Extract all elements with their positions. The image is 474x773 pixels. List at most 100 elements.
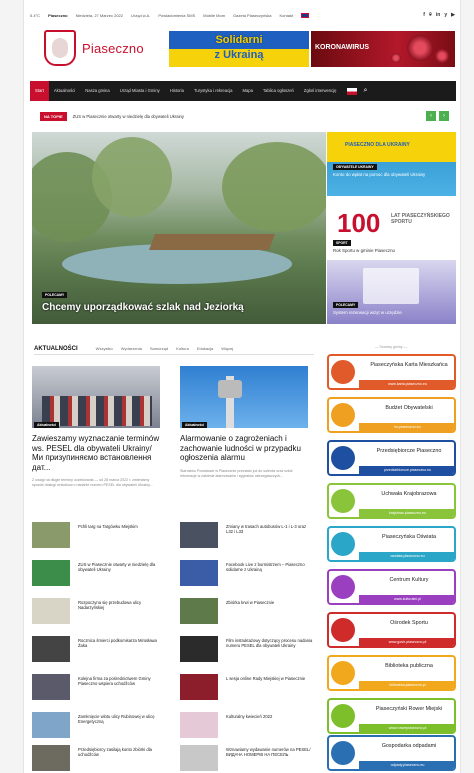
linkedin-icon[interactable]: in: [436, 12, 440, 18]
browser-page: 5.4°C Piaseczno Niedziela, 27 Marzec 202…: [0, 0, 474, 773]
service-box-landscape[interactable]: Uchwała Krajobrazowa krajobraz.piaseczno.…: [327, 483, 456, 519]
news-list-item[interactable]: Kolejna firma za pośrednictwem Gminy Pia…: [32, 674, 168, 702]
tree-shape: [222, 142, 326, 232]
instagram-icon[interactable]: ⌾: [429, 12, 432, 18]
hero-article[interactable]: POLECAMY Chcemy uporządkować szlak nad J…: [32, 132, 326, 324]
news-list-item[interactable]: ZUS w Piasecznie otwarty w niedzielę dla…: [32, 560, 168, 588]
ticker-next-icon[interactable]: ›: [439, 111, 449, 121]
coronavirus-label: KORONAWIRUS: [315, 44, 370, 51]
nav-item-urzad[interactable]: Urząd Miasta i Gminy: [115, 81, 165, 101]
news-list-title[interactable]: Pchli targ na Targówku Miejskim: [78, 524, 166, 550]
news-list-title[interactable]: Film instruktażowy dotyczący procesu nad…: [226, 638, 314, 664]
service-box-budget[interactable]: Budżet Obywatelski bo.piaseczno.eu: [327, 397, 456, 433]
nav-item-history[interactable]: Historia: [165, 81, 189, 101]
news-list-item[interactable]: Rozpoczyna się przebudowa ulicy Nadarzyń…: [32, 598, 168, 626]
news-list-item[interactable]: L sesja online Rady Miejskiej w Piaseczn…: [180, 674, 316, 702]
current-date: Niedziela, 27 Marzec 2022: [75, 12, 123, 18]
news-list-item[interactable]: Pchli targ na Targówku Miejskim: [32, 522, 168, 550]
landscape-icon: [331, 489, 355, 513]
news-card-title[interactable]: Zawieszamy wyznaczanie terminów ws. PESE…: [32, 434, 160, 472]
tile-booking[interactable]: POLECAMY System rezerwacji wizyt w urzęd…: [327, 260, 456, 324]
pond-shape: [62, 244, 292, 284]
news-list-title[interactable]: ZUS w Piasecznie otwarty w niedzielę dla…: [78, 562, 166, 588]
weather-temp: 5.4°C: [30, 12, 41, 18]
news-list-title[interactable]: Zamknięcie wlotu ulicy Rubinowej w ulicę…: [78, 714, 166, 740]
news-list-title[interactable]: Kolejna firma za pośrednictwem Gminy Pia…: [78, 676, 166, 702]
top-link-0[interactable]: Urząd w.A.: [131, 13, 150, 18]
nav-item-tourism[interactable]: Turystyka i rekreacja: [189, 81, 237, 101]
news-card-badge: Aktualności: [34, 422, 60, 428]
language-flag-icon[interactable]: [347, 87, 358, 95]
news-card[interactable]: Aktualności Zawieszamy wyznaczanie termi…: [32, 366, 160, 488]
site-brand[interactable]: Piaseczno: [82, 41, 144, 56]
ticker-headline[interactable]: ZUS w Piasecznie otwarty w niedzielę dla…: [73, 114, 184, 119]
news-tab-education[interactable]: Edukacja: [197, 346, 213, 351]
news-list-item[interactable]: Kulturalny kwiecień 2022: [180, 712, 316, 740]
top-link-3[interactable]: Gazeta Piaseczyńska: [233, 13, 271, 18]
news-list-title[interactable]: Zbiórka krwi w Piasecznie: [226, 600, 314, 626]
news-list-item[interactable]: Facebook Live z burmistrzem – Piaseczno …: [180, 560, 316, 588]
news-tab-all[interactable]: Wszystko: [96, 346, 113, 351]
news-list-title[interactable]: Przedsiębiorcy zasilają konto zbiórki dl…: [78, 747, 166, 773]
news-card-image: Aktualności: [180, 366, 308, 428]
news-card-title[interactable]: Alarmowanie o zagrożeniach i zachowanie …: [180, 434, 308, 463]
news-list-title[interactable]: Wznawiamy wydawanie numerów na PESEL/ВИД…: [226, 747, 314, 773]
news-card-excerpt: Starostwo Powiatowe w Piasecznie przesła…: [180, 468, 293, 478]
news-tab-events[interactable]: Wydarzenia: [121, 346, 142, 351]
news-list-title[interactable]: Zmiany w trasach autobusów L-1 i L-3 ora…: [226, 524, 314, 550]
facebook-icon[interactable]: f: [423, 12, 425, 18]
solidarity-ukraine-banner[interactable]: Solidarni z Ukrainą: [169, 31, 309, 67]
news-tab-more[interactable]: Więcej: [221, 346, 233, 351]
top-link-2[interactable]: Mobile Mom: [203, 13, 225, 18]
news-tab-culture[interactable]: Kultura: [176, 346, 189, 351]
news-list-item[interactable]: Film instruktażowy dotyczący procesu nad…: [180, 636, 316, 664]
news-tab-council[interactable]: Samorząd: [150, 346, 168, 351]
tile-ukraine-help[interactable]: PIASECZNO DLA UKRAINY OBYWATELE UKRAINY …: [327, 132, 456, 196]
news-list-item[interactable]: Zmiany w trasach autobusów L-1 i L-3 ora…: [180, 522, 316, 550]
service-box-culture[interactable]: Centrum Kultury www.kulturalni.pl: [327, 569, 456, 605]
business-icon: [331, 446, 355, 470]
news-list-item[interactable]: Przedsiębiorcy zasilają konto zbiórki dl…: [32, 745, 168, 773]
nav-item-map[interactable]: Mapa: [237, 81, 257, 101]
service-box-sport[interactable]: Ośrodek Sportu www.gosir-piaseczno.pl: [327, 612, 456, 648]
hero-title[interactable]: Chcemy uporządkować szlak nad Jeziorką: [42, 302, 244, 313]
news-list-item[interactable]: Rocznica śmierci podkomisarza Mirosława …: [32, 636, 168, 664]
service-box-bike[interactable]: Piaseczyński Rower Miejski www.rowerpiase…: [327, 698, 456, 734]
service-url: www.rowerpiaseczno.pl: [359, 724, 454, 732]
news-list-title[interactable]: Kulturalny kwiecień 2022: [226, 714, 314, 740]
service-box-education[interactable]: Piaseczyńska Oświata oswiata.piaseczno.eu: [327, 526, 456, 562]
news-card[interactable]: Aktualności Alarmowanie o zagrożeniach i…: [180, 366, 308, 479]
search-icon[interactable]: ⌕: [363, 87, 367, 95]
coat-of-arms-logo[interactable]: [44, 30, 76, 66]
nav-item-board[interactable]: Tablica ogłoszeń: [258, 81, 299, 101]
service-box-business[interactable]: Przedsiębiorcze Piaseczno przedsiebiorcze…: [327, 440, 456, 476]
news-list-title[interactable]: Facebook Live z burmistrzem – Piaseczno …: [226, 562, 314, 588]
nav-item-report[interactable]: Zgłoś interwencję: [299, 81, 342, 101]
service-box-library[interactable]: Biblioteka publiczna biblioteka.piaseczno…: [327, 655, 456, 691]
recycle-icon: [331, 741, 355, 765]
right-scrollbar[interactable]: [460, 0, 474, 773]
top-link-1[interactable]: Powiadomienia SMS: [158, 13, 195, 18]
news-list-item[interactable]: Zbiórka krwi w Piasecznie: [180, 598, 316, 626]
twitter-icon[interactable]: y: [444, 12, 447, 18]
nav-item-gmina[interactable]: Nasza gmina: [80, 81, 114, 101]
news-list-title[interactable]: L sesja online Rady Miejskiej w Piaseczn…: [226, 676, 314, 702]
service-box-waste[interactable]: Gospodarka odpadami odpady.piaseczno.eu: [327, 735, 456, 771]
tree-shape: [92, 137, 172, 217]
coronavirus-banner[interactable]: KORONAWIRUS: [311, 31, 455, 67]
uk-flag-icon[interactable]: [301, 12, 310, 18]
left-margin: [0, 0, 24, 773]
nav-item-start[interactable]: Start: [30, 81, 49, 101]
virus-icon: [391, 53, 401, 63]
news-list-title[interactable]: Rozpoczyna się przebudowa ulicy Nadarzyń…: [78, 600, 166, 626]
news-list-item[interactable]: Wznawiamy wydawanie numerów na PESEL/ВИД…: [180, 745, 316, 773]
news-list-title[interactable]: Rocznica śmierci podkomisarza Mirosława …: [78, 638, 166, 664]
youtube-icon[interactable]: ▶: [451, 12, 455, 18]
nav-item-news[interactable]: Aktualności: [49, 81, 80, 101]
tile-sport-year[interactable]: 100 LAT PIASECZYŃSKIEGO SPORTU SPORT Rok…: [327, 198, 456, 258]
top-link-4[interactable]: Kontakt: [280, 13, 294, 18]
news-ticker: NA TOPIE ZUS w Piasecznie otwarty w nied…: [40, 110, 450, 122]
ticker-prev-icon[interactable]: ‹: [426, 111, 436, 121]
news-list-item[interactable]: Zamknięcie wlotu ulicy Rubinowej w ulicę…: [32, 712, 168, 740]
service-box-card[interactable]: Piaseczyńska Karta Mieszkańca www.karta.p…: [327, 354, 456, 390]
